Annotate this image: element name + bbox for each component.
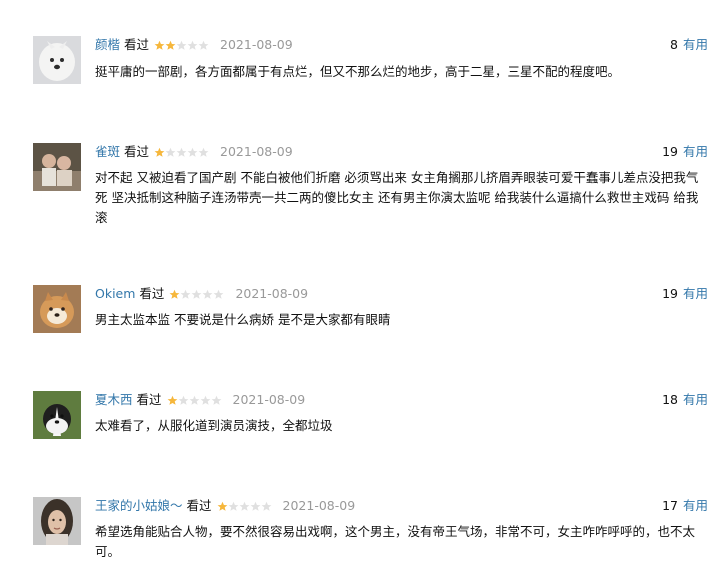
user-name-link[interactable]: 雀斑 — [95, 143, 120, 161]
watched-status: 看过 — [139, 286, 165, 301]
review-meta: 王家的小姑娘～ 看过 2021-08-09 — [95, 497, 355, 515]
review-date: 2021-08-09 — [232, 392, 306, 407]
vote-count: 19 — [662, 286, 678, 301]
star-empty-icon — [250, 501, 260, 511]
rating-stars — [217, 499, 272, 513]
vote-count: 18 — [662, 392, 678, 407]
helpful-votes[interactable]: 19 有用 — [662, 285, 708, 303]
user-name-link[interactable]: 夏木西 — [95, 391, 133, 409]
rating-stars — [167, 393, 222, 407]
star-empty-icon — [189, 395, 199, 405]
star-empty-icon — [198, 40, 209, 50]
shiba-dog-avatar-icon[interactable] — [33, 285, 81, 333]
watched-status: 看过 — [186, 498, 212, 513]
review-text: 希望选角能贴合人物，要不然很容易出戏啊，这个男主，没有帝王气场，非常不可，女主咋… — [95, 524, 696, 559]
star-filled-icon — [167, 395, 177, 405]
review-text: 太难看了，从服化道到演员演技，全都垃圾 — [95, 418, 333, 433]
user-name-link[interactable]: 王家的小姑娘～ — [95, 497, 183, 515]
star-filled-icon — [170, 289, 180, 299]
vote-count: 19 — [662, 144, 678, 159]
star-empty-icon — [178, 395, 188, 405]
border-collie-avatar-icon[interactable] — [33, 391, 81, 439]
star-empty-icon — [261, 501, 271, 511]
helpful-votes[interactable]: 17 有用 — [662, 497, 708, 515]
star-empty-icon — [187, 40, 198, 50]
woman-portrait-avatar-icon[interactable] — [33, 497, 81, 545]
review-date: 2021-08-09 — [282, 498, 356, 513]
review-meta: 雀斑 看过 2021-08-09 — [95, 143, 293, 161]
user-name-link[interactable]: Okiem — [95, 285, 135, 303]
watched-status: 看过 — [124, 144, 150, 159]
review-text: 男主太监本监 不要说是什么病娇 是不是大家都有眼睛 — [95, 312, 391, 327]
watched-status: 看过 — [136, 392, 162, 407]
review-date: 2021-08-09 — [220, 144, 293, 159]
star-empty-icon — [192, 289, 202, 299]
star-empty-icon — [203, 289, 213, 299]
star-empty-icon — [211, 395, 221, 405]
review-meta: 夏木西 看过 2021-08-09 — [95, 391, 305, 409]
star-empty-icon — [187, 147, 198, 157]
helpful-button[interactable]: 有用 — [683, 498, 708, 513]
rating-stars — [154, 145, 209, 159]
star-empty-icon — [214, 289, 224, 299]
star-empty-icon — [165, 147, 176, 157]
star-filled-icon — [154, 40, 165, 50]
rating-stars — [154, 38, 209, 52]
rating-stars — [169, 287, 224, 301]
review-list: 颜楷 看过 2021-08-09 8 有用 挺平庸的一部剧，各方面都属于有点烂，但… — [0, 0, 726, 561]
user-name-link[interactable]: 颜楷 — [95, 36, 120, 54]
helpful-votes[interactable]: 18 有用 — [662, 391, 708, 409]
star-empty-icon — [176, 40, 187, 50]
star-empty-icon — [181, 289, 191, 299]
vote-count: 8 — [670, 37, 678, 52]
helpful-votes[interactable]: 19 有用 — [662, 143, 708, 161]
review-text: 挺平庸的一部剧，各方面都属于有点烂，但又不那么烂的地步，高于二星，三星不配的程度… — [95, 64, 621, 79]
star-empty-icon — [198, 147, 209, 157]
star-filled-icon — [217, 501, 227, 511]
star-empty-icon — [200, 395, 210, 405]
star-filled-icon — [165, 40, 176, 50]
white-dog-avatar-icon[interactable] — [33, 36, 81, 84]
helpful-button[interactable]: 有用 — [683, 392, 708, 407]
star-empty-icon — [239, 501, 249, 511]
helpful-votes[interactable]: 8 有用 — [670, 36, 708, 54]
star-filled-icon — [154, 147, 165, 157]
review-date: 2021-08-09 — [220, 37, 293, 52]
review-meta: Okiem 看过 2021-08-09 — [95, 285, 308, 303]
review-meta: 颜楷 看过 2021-08-09 — [95, 36, 293, 54]
vote-count: 17 — [662, 498, 678, 513]
review-date: 2021-08-09 — [235, 286, 309, 301]
watched-status: 看过 — [124, 37, 150, 52]
star-empty-icon — [228, 501, 238, 511]
helpful-button[interactable]: 有用 — [683, 37, 708, 52]
helpful-button[interactable]: 有用 — [683, 286, 708, 301]
review-text: 对不起 又被迫看了国产剧 不能白被他们折磨 必须骂出来 女主角搁那儿挤眉弄眼装可… — [95, 170, 699, 225]
helpful-button[interactable]: 有用 — [683, 144, 708, 159]
portrait-pair-avatar-icon[interactable] — [33, 143, 81, 191]
star-empty-icon — [176, 147, 187, 157]
